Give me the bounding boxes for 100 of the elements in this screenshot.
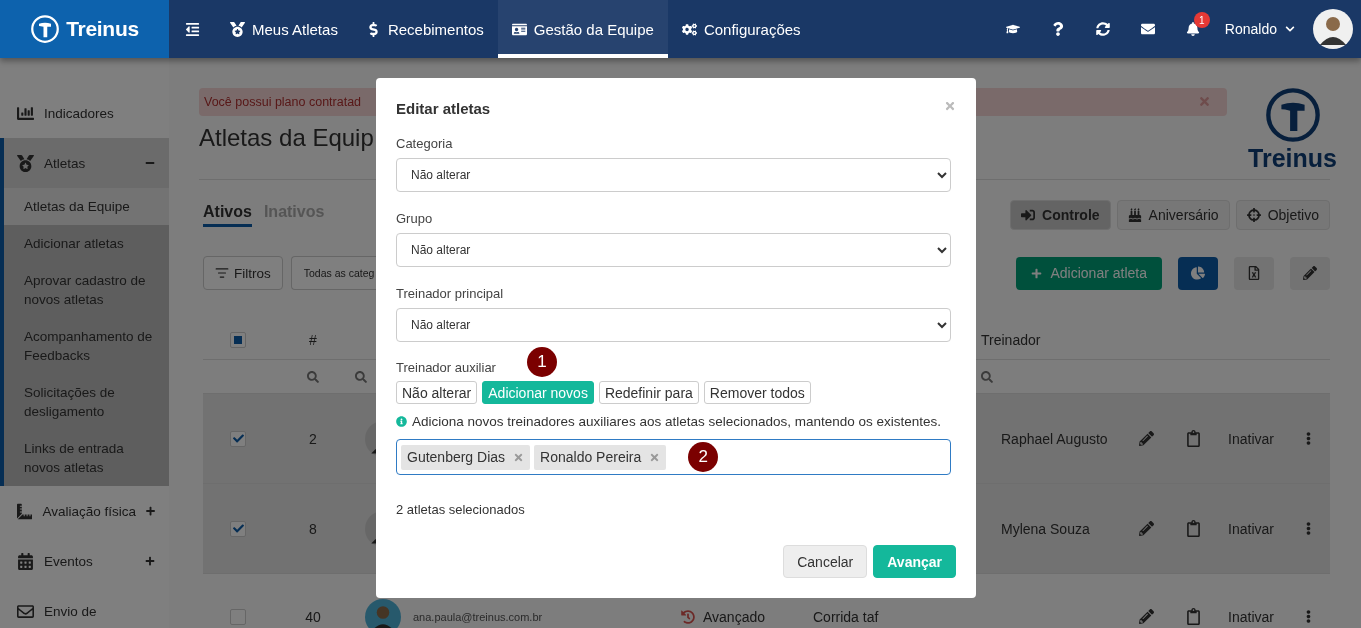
crosshair-icon	[1246, 208, 1261, 222]
enter-icon	[1021, 208, 1036, 222]
table-cell-text: Raphael Augusto	[1000, 430, 1109, 447]
clipboard-icon[interactable]	[1185, 520, 1202, 537]
alert-text: Você possui plano contratad	[204, 95, 362, 109]
search-icon[interactable]	[981, 370, 993, 383]
sidebar-item[interactable]: Atletas	[0, 138, 169, 188]
sidebar-subitem[interactable]: Acompanhamento de Feedbacks	[4, 318, 169, 374]
select-field[interactable]: Não alterar	[396, 233, 951, 267]
pencil-icon[interactable]	[1138, 609, 1154, 624]
nav-tab-label: Recebimentos	[387, 20, 484, 38]
calendar-icon	[17, 552, 34, 570]
sidebar-subitem[interactable]: Solicitações de desligamento	[4, 374, 169, 430]
nav-tab-label: Configurações	[703, 20, 801, 38]
nav-tab[interactable]: Configurações	[667, 0, 815, 58]
deactivate-link[interactable]: Inativar	[1228, 520, 1274, 537]
sidebar-subitem[interactable]: Adicionar atletas	[4, 225, 169, 262]
nav-tab[interactable]: Meus Atletas	[216, 0, 352, 58]
sidebar-item[interactable]: Envio de	[0, 586, 169, 628]
edit-button[interactable]	[1290, 256, 1330, 290]
logo-icon	[30, 14, 61, 44]
sync-icon[interactable]	[1096, 22, 1111, 36]
filters-button[interactable]: Filtros	[203, 256, 283, 290]
table-cell: 2	[309, 430, 317, 447]
nav-tab-label: Gestão da Equipe	[533, 20, 654, 38]
row-checkbox[interactable]	[230, 608, 246, 625]
medal-icon	[230, 21, 245, 37]
row-checkbox[interactable]	[230, 430, 246, 447]
sidebar-item-label: Indicadores	[44, 105, 115, 121]
gears-icon	[681, 21, 697, 37]
bell-icon[interactable]	[1186, 22, 1201, 36]
bar-chart-icon	[17, 104, 34, 122]
pencil-icon[interactable]	[1138, 431, 1154, 446]
filter-icon	[215, 266, 229, 280]
id-card-icon	[511, 21, 527, 37]
sidebar-item-label: Envio de	[44, 603, 98, 619]
user-menu[interactable]: Ronaldo	[1224, 21, 1295, 37]
clipboard-icon[interactable]	[1185, 608, 1202, 625]
sidebar-subitem[interactable]: Aprovar cadastro de novos atletas	[4, 262, 169, 318]
column-header: #	[309, 331, 317, 348]
row-checkbox[interactable]	[230, 520, 246, 537]
view-button[interactable]: Objetivo	[1235, 200, 1330, 230]
search-icon[interactable]	[307, 370, 319, 383]
remove-icon[interactable]	[513, 451, 525, 463]
option-button[interactable]: Não alterar	[396, 381, 478, 404]
cake-icon	[1127, 208, 1142, 222]
view-button[interactable]: Aniversário	[1116, 200, 1230, 230]
search-icon[interactable]	[355, 370, 367, 383]
dialog-title: Editar atletas	[396, 99, 491, 117]
check-icon	[232, 433, 244, 444]
help-icon[interactable]	[1051, 22, 1066, 36]
sidebar-item-label: Atletas	[44, 155, 87, 171]
table-cell: 40	[305, 608, 321, 625]
add-athlete-button[interactable]: Adicionar atleta	[1016, 256, 1162, 290]
brand-name: Treinus	[66, 17, 139, 41]
sidebar-subitem[interactable]: Links de entrada novos atletas	[4, 430, 169, 486]
check-icon	[232, 523, 244, 534]
athlete-email: ana.paula@treinus.com.br	[413, 610, 544, 623]
plus-icon	[1031, 267, 1043, 279]
cancel-button[interactable]: Cancelar	[783, 545, 868, 578]
excel-button[interactable]	[1234, 256, 1274, 290]
trainer-tag: Ronaldo Pereira	[534, 444, 667, 470]
history-icon[interactable]	[681, 609, 695, 624]
medal-icon	[17, 154, 34, 172]
step-marker: 1	[527, 347, 557, 377]
chevron-down-icon	[1285, 24, 1295, 34]
table-cell-text: Mylena Souza	[1000, 520, 1091, 537]
pencil-icon[interactable]	[1138, 521, 1154, 536]
option-button[interactable]: Remover todos	[703, 381, 811, 404]
sidebar-item[interactable]: Indicadores	[0, 88, 169, 138]
field-label: Categoria	[396, 136, 454, 151]
sidebar-item[interactable]: Avaliação física	[0, 486, 169, 536]
option-button[interactable]: Redefinir para	[598, 381, 699, 404]
page-title: Atletas da Equip	[199, 124, 374, 152]
clipboard-icon[interactable]	[1185, 430, 1202, 447]
remove-icon[interactable]	[649, 451, 661, 463]
selection-summary: 2 atletas selecionados	[396, 502, 526, 517]
envelope-icon[interactable]	[1141, 22, 1156, 36]
column-header: Treinador	[981, 331, 1042, 348]
sidebar-item[interactable]: Eventos	[0, 536, 169, 586]
chart-button[interactable]	[1178, 256, 1218, 290]
info-icon	[396, 416, 407, 427]
graduation-cap-icon[interactable]	[1006, 22, 1021, 36]
sidebar-subitem[interactable]: Atletas da Equipe	[4, 188, 169, 225]
table-cell-text: Corrida taf	[813, 608, 880, 625]
field-label: Treinador principal	[396, 286, 505, 301]
nav-tab[interactable]: Gestão da Equipe	[497, 0, 668, 58]
hint-text: Adiciona novos treinadores auxiliares aos atletas selecionados, mantendo os existentes.	[412, 414, 942, 429]
select-field[interactable]: Não alterar	[396, 158, 951, 192]
next-button[interactable]: Avançar	[873, 545, 956, 578]
trainer-tags-field[interactable]: Gutenberg Dias Ronaldo Pereira 2	[396, 439, 951, 475]
select-all-checkbox[interactable]	[230, 331, 246, 348]
select-field[interactable]: Não alterar	[396, 308, 951, 342]
tab[interactable]: Ativos	[203, 203, 252, 227]
view-button[interactable]: Controle	[1010, 200, 1111, 230]
deactivate-link[interactable]: Inativar	[1228, 608, 1274, 625]
nav-tab[interactable]: Recebimentos	[351, 0, 498, 58]
deactivate-link[interactable]: Inativar	[1228, 430, 1274, 447]
option-button[interactable]: Adicionar novos	[482, 381, 594, 404]
pie-chart-icon	[1191, 266, 1205, 280]
